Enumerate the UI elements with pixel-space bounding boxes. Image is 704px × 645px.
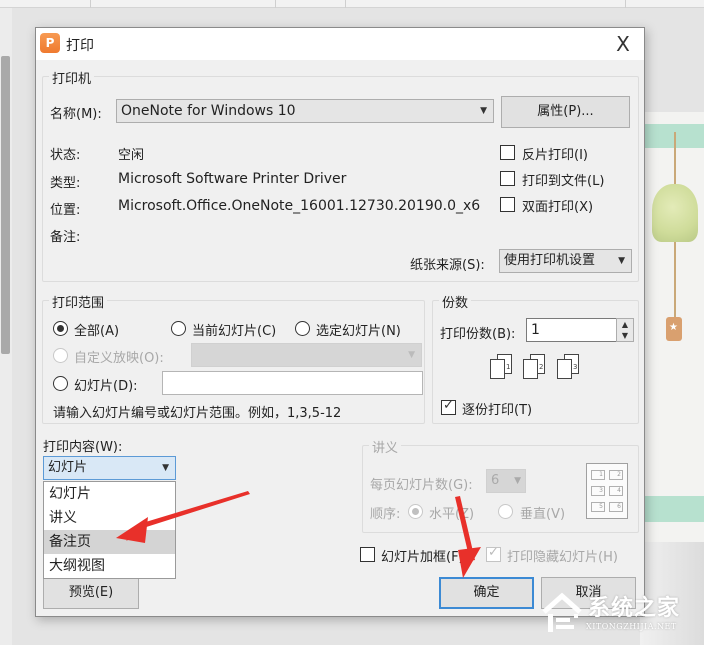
paper-source-label: 纸张来源(S): [410,258,485,273]
range-slides-radio[interactable] [53,376,68,391]
handouts-group: 讲义 每页幻灯片数(G): 6 ▼ 顺序: 水平(Z) 垂直(V) 1 2 3 … [362,437,639,533]
printer-name-value: OneNote for Windows 10 [121,103,296,119]
watermark-title: 系统之家 [588,596,681,621]
print-content-select[interactable]: 幻灯片 ▼ [43,456,176,480]
dropdown-option-slides[interactable]: 幻灯片 [44,482,175,506]
print-content-value: 幻灯片 [48,460,88,475]
chevron-down-icon: ▼ [408,350,415,360]
slides-per-page-value: 6 [491,473,500,488]
chevron-down-icon: ▼ [514,476,521,486]
frame-slides-label: 幻灯片加框(F) [381,550,464,565]
range-slides-label: 幻灯片(D): [74,379,138,394]
copies-count-input[interactable]: 1 [526,318,618,342]
order-horizontal-radio[interactable] [408,504,423,519]
chevron-down-icon: ▼ [480,106,487,116]
background-slide [640,112,704,542]
dropdown-option-notes-pages[interactable]: 备注页 [44,530,175,554]
mirror-print-checkbox[interactable] [500,145,515,160]
print-content-dropdown-list: 幻灯片 讲义 备注页 大纲视图 [43,481,176,579]
watermark-house-logo-icon [542,592,582,632]
location-value: Microsoft.Office.OneNote_16001.12730.201… [118,198,481,214]
printer-name-select[interactable]: OneNote for Windows 10 ▼ [116,99,494,123]
site-watermark: 系统之家 XITONGZHIJIA.NET [538,582,704,645]
printer-group-title: 打印机 [49,68,95,87]
collate-label: 逐份打印(T) [462,403,533,418]
range-current-radio[interactable] [171,321,186,336]
slides-per-page-label: 每页幻灯片数(G): [370,478,473,493]
chevron-down-icon: ▼ [162,463,169,473]
range-all-radio[interactable] [53,321,68,336]
order-vertical-label: 垂直(V) [520,507,566,522]
range-all-label: 全部(A) [74,324,120,339]
ok-button[interactable]: 确定 [439,577,534,609]
copies-count-label: 打印份数(B): [440,327,516,342]
wps-presentation-app-icon: P [40,33,60,53]
print-to-file-checkbox[interactable] [500,171,515,186]
range-custom-radio[interactable] [53,348,68,363]
dialog-titlebar: P 打印 X [36,28,644,60]
range-hint: 请输入幻灯片编号或幻灯片范围。例如，1,3,5-12 [53,406,342,421]
custom-show-select[interactable]: ▼ [191,343,422,367]
duplex-print-label: 双面打印(X) [522,200,594,215]
dropdown-option-outline-view[interactable]: 大纲视图 [44,554,175,578]
range-selection-label: 选定幻灯片(N) [316,324,401,339]
close-button[interactable]: X [610,31,636,57]
order-label: 顺序: [370,507,401,522]
frame-slides-checkbox[interactable] [360,547,375,562]
paper-source-select[interactable]: 使用打印机设置 ▼ [499,249,632,273]
printer-name-label: 名称(M): [50,107,102,122]
collate-checkbox[interactable] [441,398,456,415]
printer-group: 打印机 名称(M): OneNote for Windows 10 ▼ 属性(P… [42,68,639,282]
print-range-group-title: 打印范围 [49,292,108,311]
watermark-subtitle: XITONGZHIJIA.NET [586,622,677,631]
left-panel-scrollbar[interactable] [1,56,10,354]
type-label: 类型: [50,176,81,191]
copies-group: 份数 打印份数(B): 1 ▲ ▼ 1 2 3 逐份打印(T) [432,292,639,424]
background-left-panel [0,8,12,645]
wind-chime-bell-image [652,184,698,242]
slides-range-input[interactable] [162,371,423,395]
preview-button[interactable]: 预览(E) [43,577,139,609]
background-app-toolbar [0,0,704,8]
mirror-print-label: 反片打印(I) [522,148,588,163]
spin-down-icon[interactable]: ▼ [617,330,633,341]
comment-label: 备注: [50,230,81,245]
order-horizontal-label: 水平(Z) [429,507,475,522]
range-selection-radio[interactable] [295,321,310,336]
collate-copy-icon-3: 3 [557,354,581,380]
collate-copy-icon-1: 1 [490,354,514,380]
copies-spinner[interactable]: ▲ ▼ [616,318,634,342]
print-hidden-slides-label: 打印隐藏幻灯片(H) [507,550,618,565]
chevron-down-icon: ▼ [618,256,625,266]
print-content-label: 打印内容(W): [43,440,123,455]
dropdown-option-handouts[interactable]: 讲义 [44,506,175,530]
duplex-print-checkbox[interactable] [500,197,515,212]
print-to-file-label: 打印到文件(L) [522,174,605,189]
wind-chime-tag-image [666,317,682,341]
print-range-group: 打印范围 全部(A) 当前幻灯片(C) 选定幻灯片(N) 自定义放映(O): ▼… [42,292,425,424]
order-vertical-radio[interactable] [498,504,513,519]
properties-button[interactable]: 属性(P)... [501,96,630,128]
status-label: 状态: [50,148,81,163]
handout-layout-preview-icon: 1 2 3 4 5 6 [586,463,628,519]
range-custom-label: 自定义放映(O): [74,351,164,366]
copies-group-title: 份数 [439,292,472,311]
range-current-label: 当前幻灯片(C) [192,324,277,339]
handouts-group-title: 讲义 [369,437,402,456]
print-hidden-slides-checkbox[interactable] [486,545,501,562]
status-value: 空闲 [118,148,145,163]
dialog-title: 打印 [66,38,94,54]
slides-per-page-select[interactable]: 6 ▼ [486,469,526,493]
location-label: 位置: [50,203,81,218]
paper-source-value: 使用打印机设置 [504,253,596,268]
print-dialog: P 打印 X 打印机 名称(M): OneNote for Windows 10… [35,27,645,617]
collate-copy-icon-2: 2 [523,354,547,380]
slide-band-bottom [644,496,704,522]
type-value: Microsoft Software Printer Driver [118,171,347,187]
spin-up-icon[interactable]: ▲ [617,319,633,330]
